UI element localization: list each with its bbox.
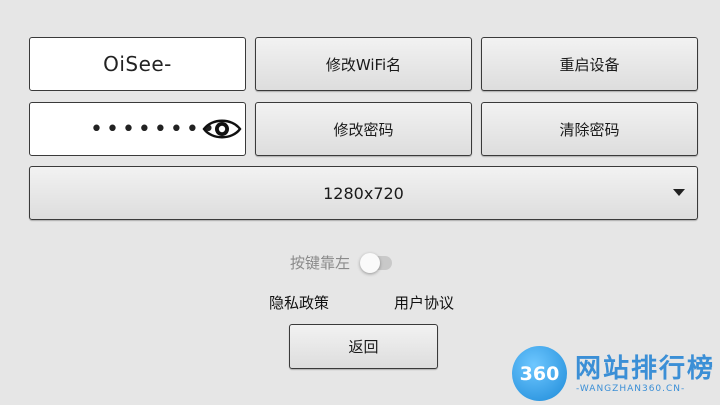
- user-agreement-link[interactable]: 用户协议: [394, 292, 454, 313]
- watermark-360-logo: 360: [512, 346, 567, 401]
- clear-password-button[interactable]: 清除密码: [481, 102, 698, 156]
- watermark-logo: 360 网站排行榜 -WANGZHAN360.CN-: [512, 346, 718, 405]
- password-masked-value: ••••••••: [90, 117, 218, 142]
- reboot-device-button[interactable]: 重启设备: [481, 37, 698, 91]
- back-button[interactable]: 返回: [289, 324, 438, 369]
- toggle-knob: [360, 252, 381, 273]
- privacy-policy-link[interactable]: 隐私政策: [269, 292, 329, 313]
- watermark-title: 网站排行榜: [575, 354, 716, 384]
- wifi-name-input[interactable]: OiSee-: [29, 37, 246, 91]
- caret-down-icon: [673, 189, 685, 196]
- eye-icon[interactable]: [201, 113, 243, 145]
- wifi-password-input[interactable]: ••••••••: [29, 102, 246, 156]
- change-password-button[interactable]: 修改密码: [255, 102, 472, 156]
- button-left-toggle-row: 按键靠左: [290, 252, 393, 273]
- button-left-toggle[interactable]: [360, 252, 393, 273]
- resolution-dropdown[interactable]: 1280x720: [29, 166, 698, 220]
- watermark-subtitle: -WANGZHAN360.CN-: [576, 384, 686, 394]
- button-left-label: 按键靠左: [290, 254, 351, 272]
- resolution-selected-value: 1280x720: [323, 183, 404, 203]
- rename-wifi-button[interactable]: 修改WiFi名: [255, 37, 472, 91]
- settings-page: OiSee- 修改WiFi名 重启设备 •••••••• 修改密码 清除密码 1…: [0, 0, 720, 405]
